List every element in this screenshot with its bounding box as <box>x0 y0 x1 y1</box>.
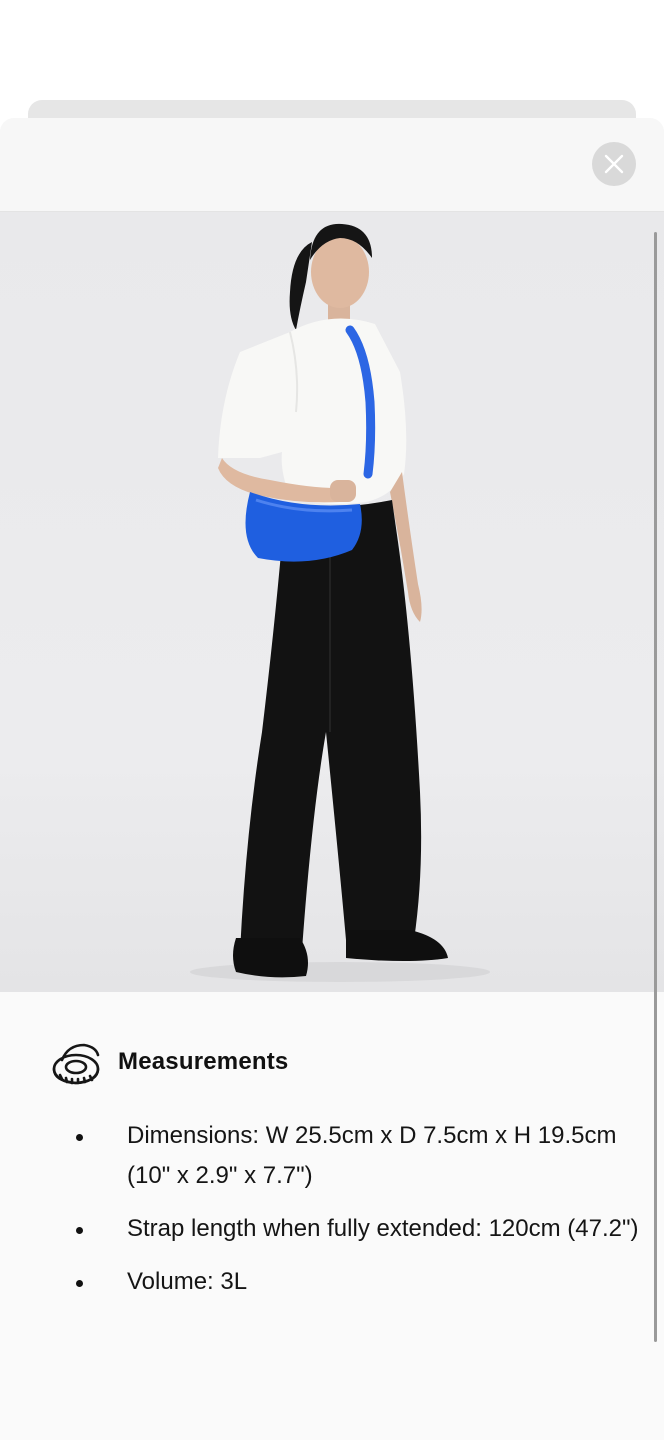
model-illustration <box>190 223 490 982</box>
measurements-list: Dimensions: W 25.5cm x D 7.5cm x H 19.5c… <box>76 1116 656 1315</box>
sheet-header <box>0 118 664 212</box>
product-photo <box>0 212 664 992</box>
measurements-title: Measurements <box>118 1048 289 1075</box>
sheet-content[interactable]: Measurements Dimensions: W 25.5cm x D 7.… <box>0 212 664 1440</box>
measurements-header: Measurements <box>50 1038 288 1088</box>
scrollbar[interactable] <box>654 232 657 1342</box>
close-icon <box>604 154 624 174</box>
list-item: Strap length when fully extended: 120cm … <box>76 1209 656 1249</box>
measuring-tape-icon <box>52 1043 100 1085</box>
measurements-sheet: Measurements Dimensions: W 25.5cm x D 7.… <box>0 118 664 1440</box>
list-item: Dimensions: W 25.5cm x D 7.5cm x H 19.5c… <box>76 1116 656 1196</box>
close-button[interactable] <box>592 142 636 186</box>
list-item: Volume: 3L <box>76 1262 656 1302</box>
